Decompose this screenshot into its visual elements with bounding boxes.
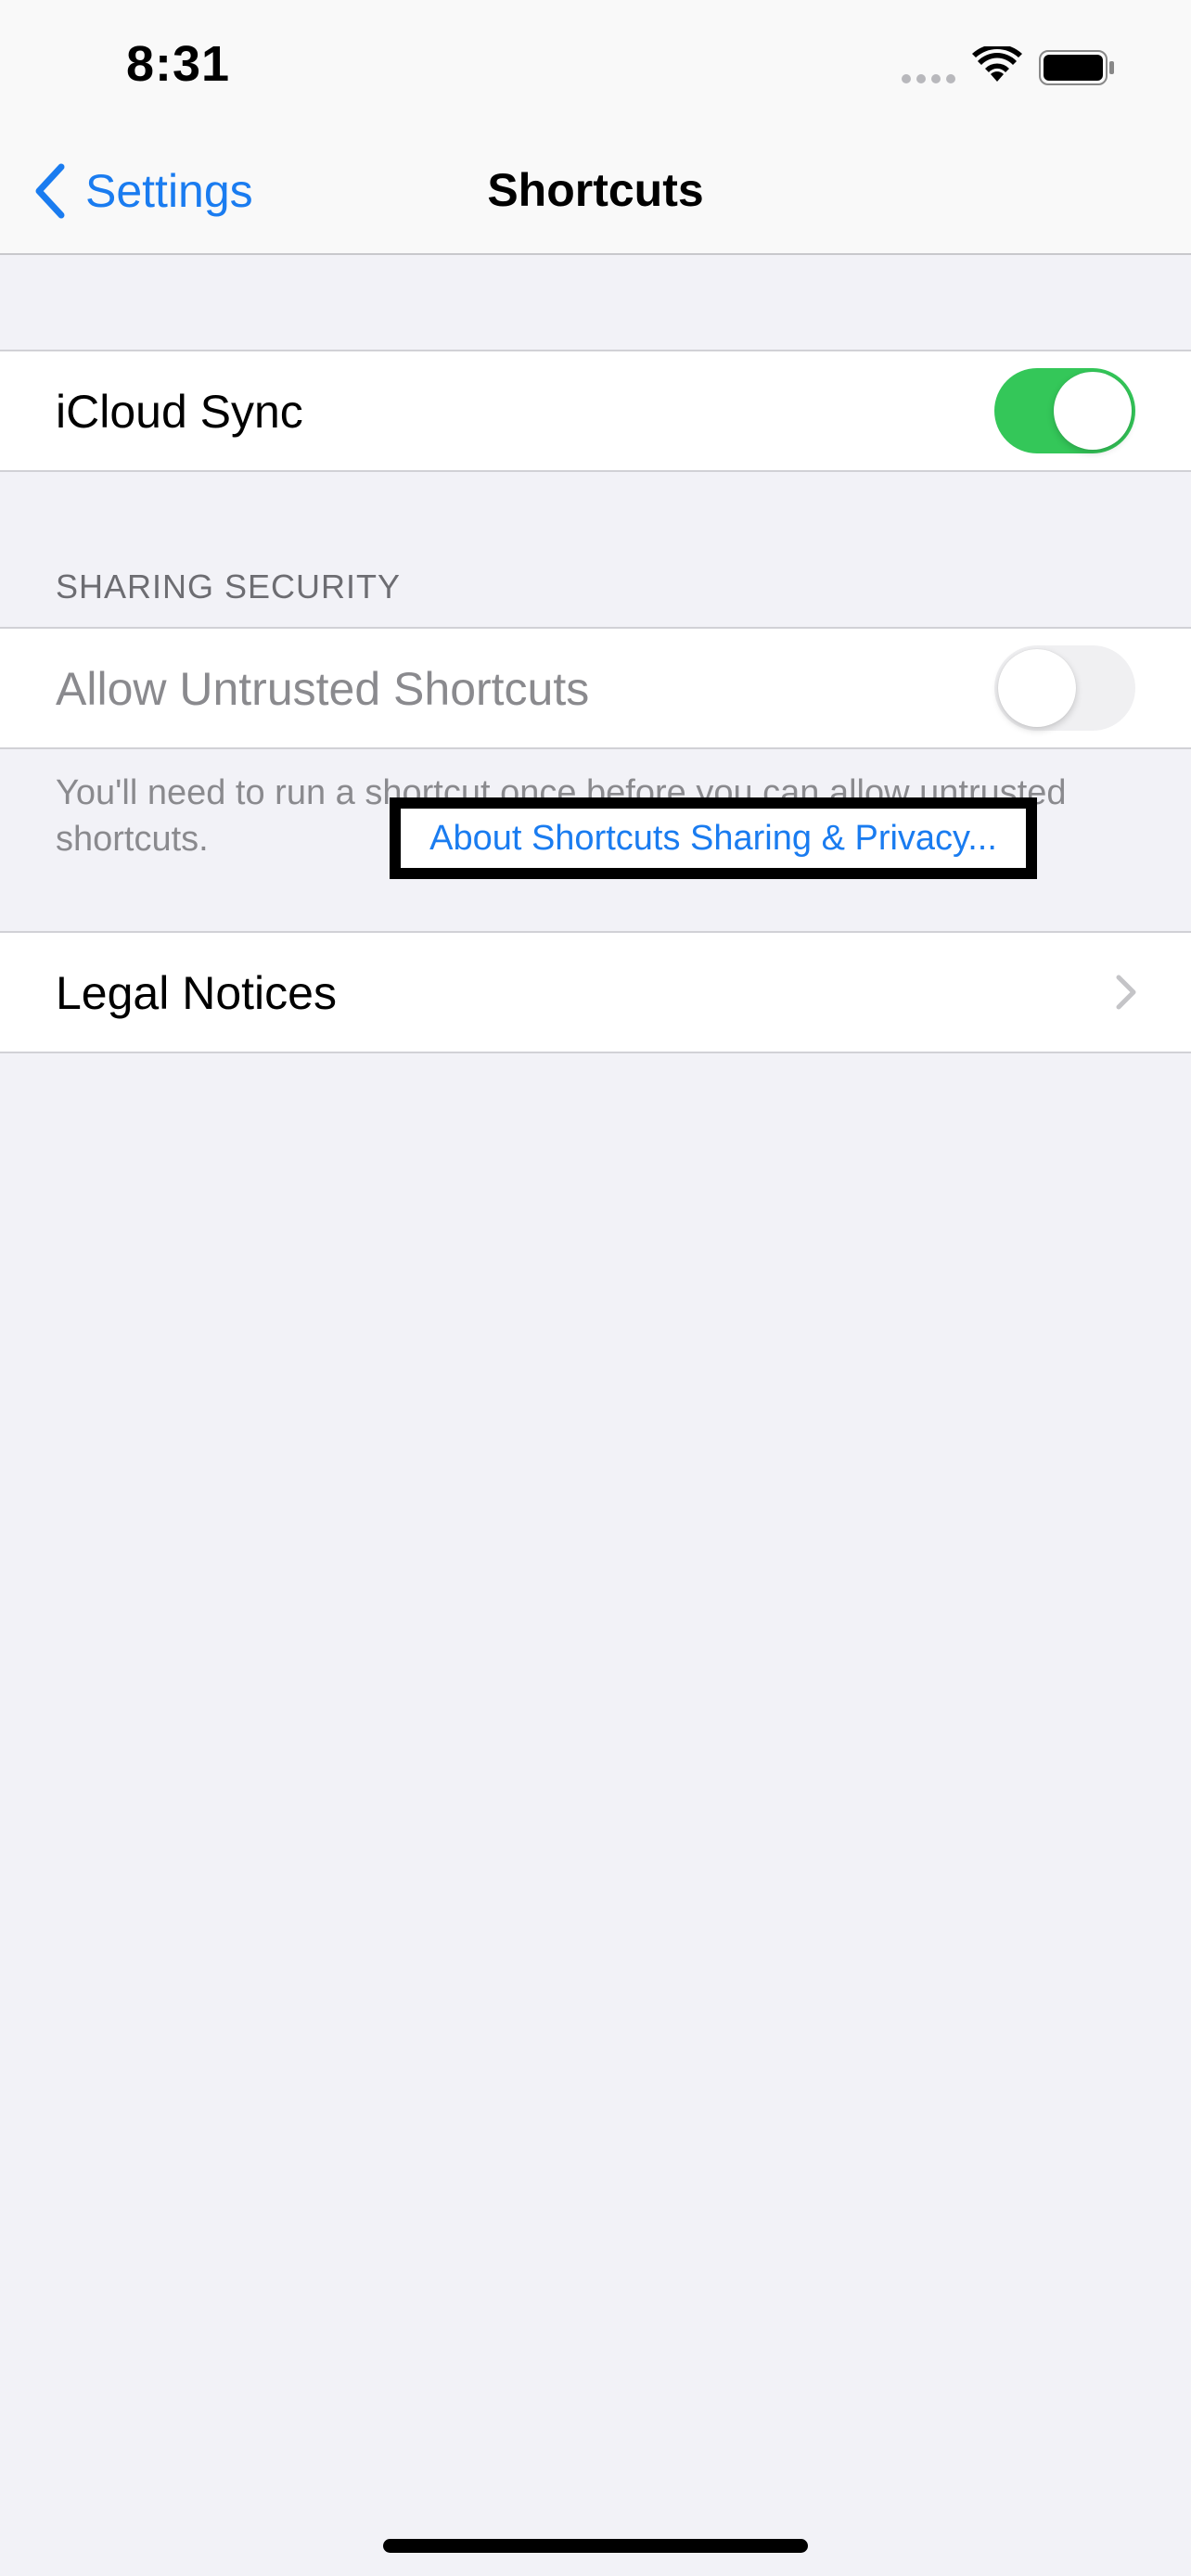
sharing-security-header: SHARING SECURITY: [56, 567, 402, 606]
icloud-sync-label: iCloud Sync: [56, 386, 303, 438]
legal-notices-row[interactable]: Legal Notices: [0, 931, 1191, 1053]
back-button[interactable]: Settings: [33, 163, 253, 219]
legal-notices-label: Legal Notices: [56, 967, 337, 1019]
icloud-sync-row: iCloud Sync: [0, 350, 1191, 472]
allow-untrusted-shortcuts-label: Allow Untrusted Shortcuts: [56, 663, 590, 715]
back-button-label: Settings: [85, 165, 253, 217]
settings-screen: 8:31 Shortcuts Settings iCloud Sync SHAR…: [0, 0, 1191, 2576]
battery-icon: [1039, 50, 1114, 85]
wifi-icon: [972, 46, 1022, 82]
status-bar: 8:31: [0, 0, 1191, 139]
icloud-sync-toggle[interactable]: [994, 368, 1135, 453]
status-time: 8:31: [126, 36, 231, 92]
home-indicator[interactable]: [383, 2539, 808, 2553]
navigation-bar: Shortcuts Settings: [0, 139, 1191, 255]
chevron-right-icon: [1116, 975, 1136, 1010]
toggle-knob: [998, 649, 1076, 727]
allow-untrusted-shortcuts-toggle[interactable]: [994, 645, 1135, 731]
chevron-left-icon: [35, 163, 65, 219]
toggle-knob: [1054, 372, 1132, 450]
cellular-signal-icon: [902, 74, 955, 83]
allow-untrusted-shortcuts-row: Allow Untrusted Shortcuts: [0, 627, 1191, 749]
about-sharing-privacy-link[interactable]: About Shortcuts Sharing & Privacy...: [390, 797, 1037, 879]
